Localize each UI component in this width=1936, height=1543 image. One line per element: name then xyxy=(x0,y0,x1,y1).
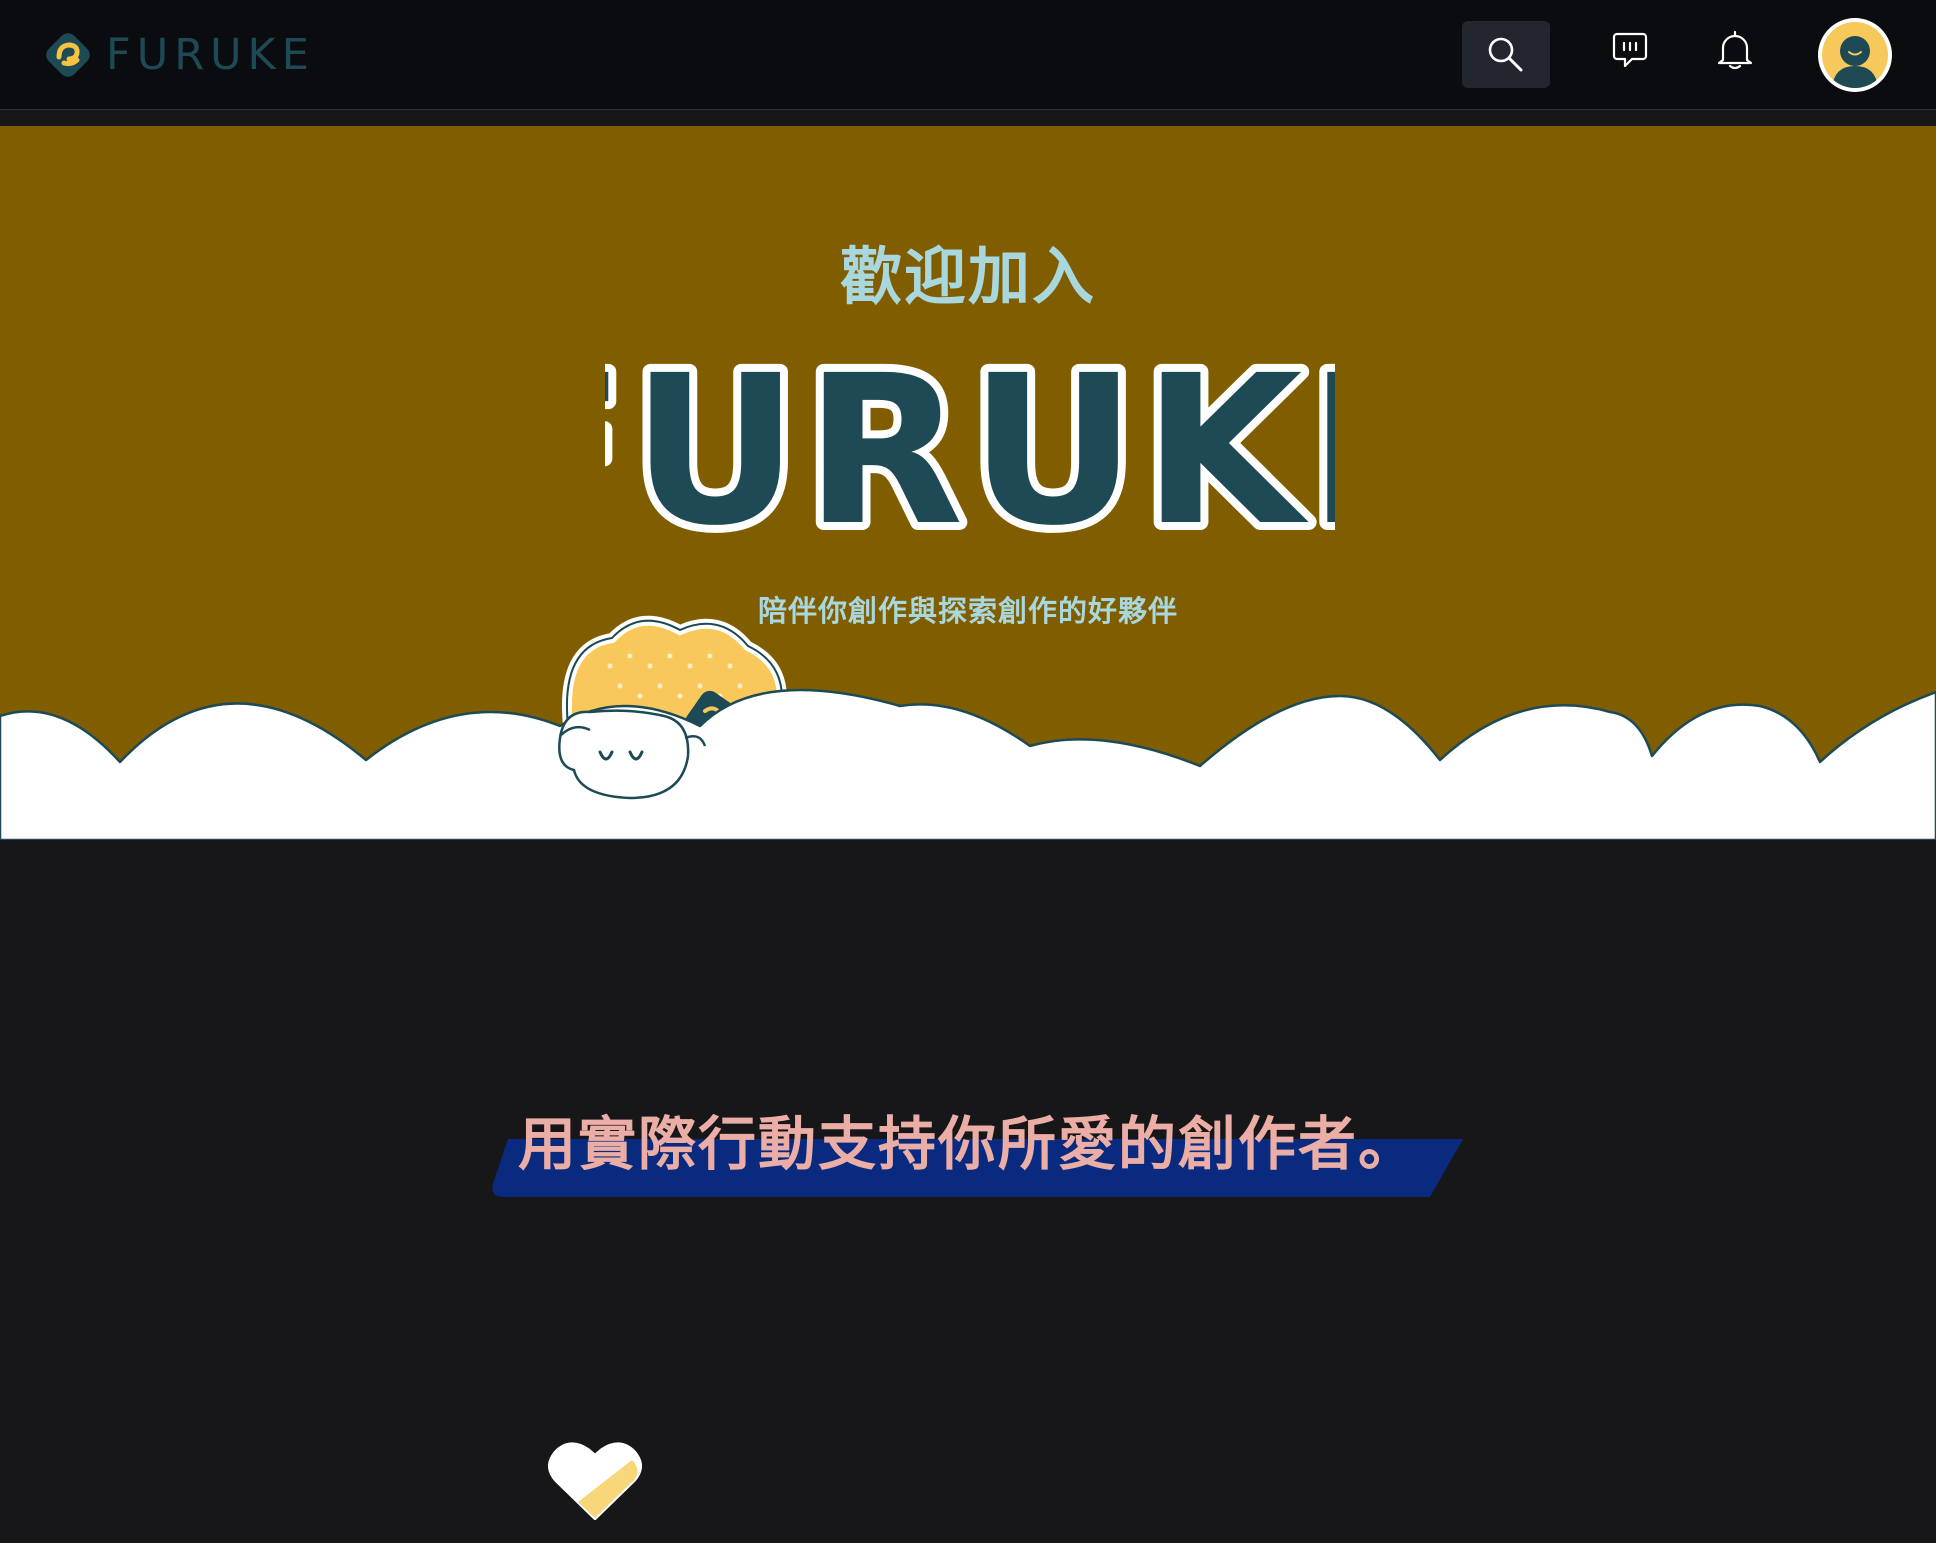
notifications-button[interactable] xyxy=(1710,25,1760,75)
home-logo-link[interactable]: FURUKE xyxy=(44,30,315,80)
slogan-section: 用實際行動支持你所愛的創作者。 xyxy=(0,1075,1936,1225)
bell-icon xyxy=(1717,30,1753,70)
top-navigation-bar: FURUKE xyxy=(0,0,1936,110)
message-icon xyxy=(1612,32,1648,68)
messages-button[interactable] xyxy=(1605,25,1655,75)
furuke-logo-icon xyxy=(46,33,90,77)
brand-name: FURUKE xyxy=(106,29,315,80)
search-icon xyxy=(1488,37,1523,71)
search-button[interactable] xyxy=(1462,21,1550,88)
slogan-heading: 用實際行動支持你所愛的創作者。 xyxy=(517,1110,1418,1178)
cloud-decoration xyxy=(0,615,1936,840)
user-avatar-icon xyxy=(1822,22,1888,88)
heart-icon xyxy=(548,1442,642,1520)
hero-banner: 歡迎加入 FURUKE 陪伴你創作與探索創作的好夥伴 xyxy=(0,126,1936,840)
user-avatar-button[interactable] xyxy=(1818,18,1892,92)
